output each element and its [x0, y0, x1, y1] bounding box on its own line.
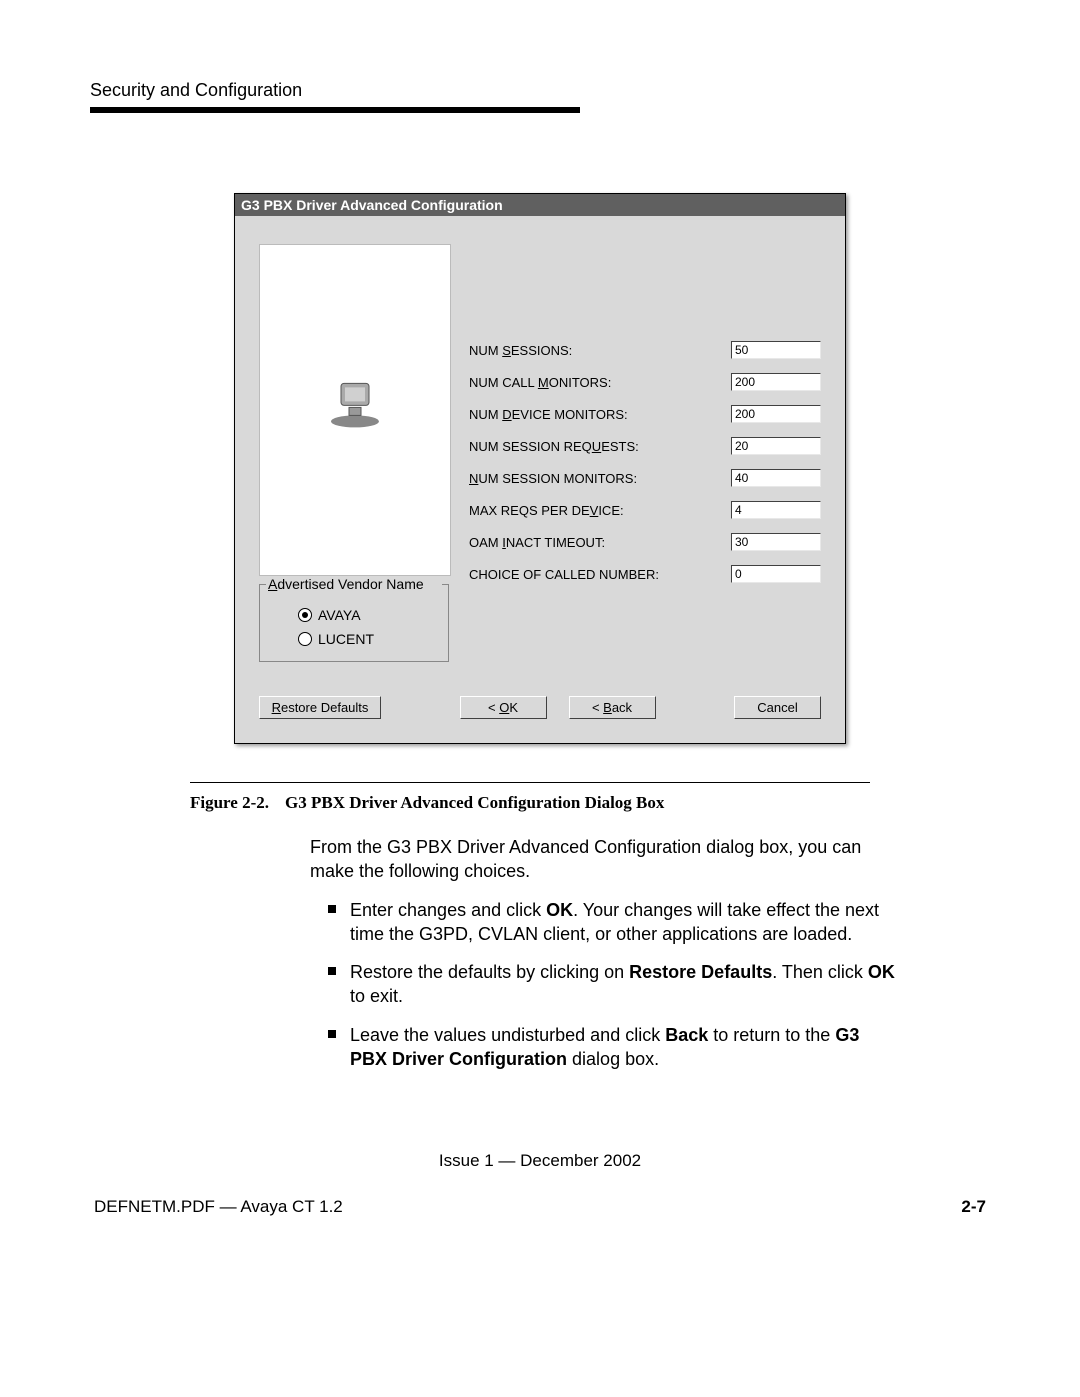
dialog-title-bar: G3 PBX Driver Advanced Configuration — [235, 194, 845, 216]
dialog-body: Advertised Vendor Name AVAYA LUCENT NUM … — [235, 216, 845, 743]
intro-paragraph: From the G3 PBX Driver Advanced Configur… — [310, 835, 900, 884]
form-row: OAM INACT TIMEOUT: 30 — [469, 526, 821, 558]
radio-lucent[interactable]: LUCENT — [268, 627, 440, 651]
bullet-item: Restore the defaults by clicking on Rest… — [328, 960, 900, 1009]
bullet-icon — [328, 1030, 336, 1038]
form-input[interactable]: 20 — [731, 437, 821, 455]
back-button[interactable]: < Back — [569, 696, 656, 719]
decorative-panel — [259, 244, 451, 576]
radio-label: LUCENT — [318, 631, 374, 647]
bullet-text: Restore the defaults by clicking on Rest… — [350, 960, 900, 1009]
restore-defaults-button[interactable]: Restore Defaults — [259, 696, 381, 719]
form-label: NUM SESSIONS: — [469, 343, 572, 358]
section-header: Security and Configuration — [90, 80, 990, 101]
form-label: OAM INACT TIMEOUT: — [469, 535, 605, 550]
footer-doc: DEFNETM.PDF — Avaya CT 1.2 — [94, 1197, 343, 1217]
footer-page-number: 2-7 — [961, 1197, 986, 1217]
form-row: NUM SESSIONS: 50 — [469, 334, 821, 366]
form-input[interactable]: 200 — [731, 373, 821, 391]
vendor-name-group: Advertised Vendor Name AVAYA LUCENT — [259, 584, 449, 662]
form-label: NUM SESSION REQUESTS: — [469, 439, 639, 454]
bullet-item: Enter changes and click OK. Your changes… — [328, 898, 900, 947]
bullet-item: Leave the values undisturbed and click B… — [328, 1023, 900, 1072]
ok-button[interactable]: < OK — [460, 696, 547, 719]
figure-rule — [190, 782, 870, 783]
figure-caption: Figure 2-2.G3 PBX Driver Advanced Config… — [190, 793, 990, 813]
form-label: MAX REQS PER DEVICE: — [469, 503, 624, 518]
form-input[interactable]: 50 — [731, 341, 821, 359]
form-input[interactable]: 0 — [731, 565, 821, 583]
footer-line: DEFNETM.PDF — Avaya CT 1.2 2-7 — [90, 1197, 990, 1217]
bullet-icon — [328, 967, 336, 975]
form-label: NUM SESSION MONITORS: — [469, 471, 637, 486]
form-label: CHOICE OF CALLED NUMBER: — [469, 567, 659, 582]
radio-label: AVAYA — [318, 607, 361, 623]
bullet-text: Enter changes and click OK. Your changes… — [350, 898, 900, 947]
form-row: MAX REQS PER DEVICE: 4 — [469, 494, 821, 526]
form-row: NUM CALL MONITORS: 200 — [469, 366, 821, 398]
vendor-group-legend: Advertised Vendor Name — [266, 576, 442, 592]
cancel-button[interactable]: Cancel — [734, 696, 821, 719]
form-input[interactable]: 30 — [731, 533, 821, 551]
header-rule — [90, 107, 580, 113]
fields-container: NUM SESSIONS:50NUM CALL MONITORS:200NUM … — [469, 244, 821, 662]
bullet-icon — [328, 905, 336, 913]
dialog-window: G3 PBX Driver Advanced Configuration — [234, 193, 846, 744]
computer-icon — [327, 373, 383, 434]
footer-issue: Issue 1 — December 2002 — [90, 1151, 990, 1171]
form-row: NUM SESSION MONITORS: 40 — [469, 462, 821, 494]
radio-button-icon — [298, 632, 312, 646]
form-label: NUM DEVICE MONITORS: — [469, 407, 628, 422]
radio-avaya[interactable]: AVAYA — [268, 603, 440, 627]
form-row: NUM DEVICE MONITORS: 200 — [469, 398, 821, 430]
form-input[interactable]: 4 — [731, 501, 821, 519]
form-row: CHOICE OF CALLED NUMBER: 0 — [469, 558, 821, 590]
form-row: NUM SESSION REQUESTS: 20 — [469, 430, 821, 462]
form-input[interactable]: 200 — [731, 405, 821, 423]
document-page: Security and Configuration G3 PBX Driver… — [0, 0, 1080, 1277]
radio-button-icon — [298, 608, 312, 622]
form-label: NUM CALL MONITORS: — [469, 375, 611, 390]
bullet-text: Leave the values undisturbed and click B… — [350, 1023, 900, 1072]
form-input[interactable]: 40 — [731, 469, 821, 487]
